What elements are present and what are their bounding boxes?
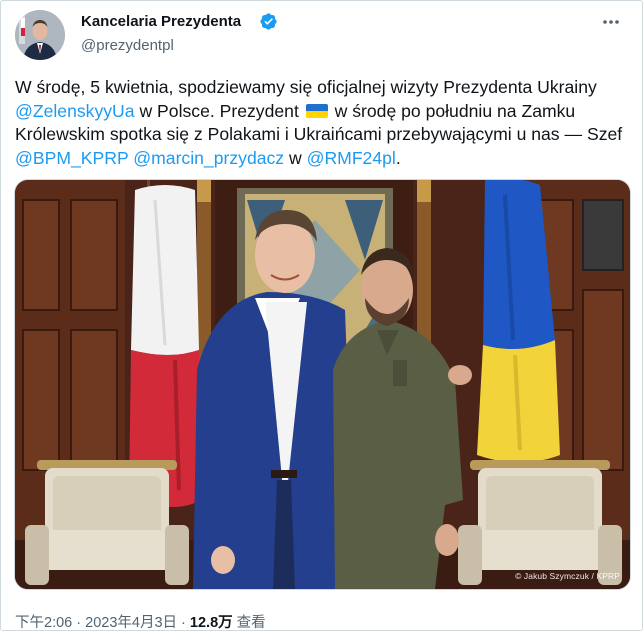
account-handle[interactable]: @prezydentpl bbox=[81, 37, 174, 54]
tweet-text-part: w Polsce. Prezydent bbox=[134, 100, 304, 121]
ukraine-flag-icon bbox=[305, 103, 328, 118]
display-name[interactable]: Kancelaria Prezydenta bbox=[81, 13, 241, 30]
views-count: 12.8万 bbox=[189, 615, 233, 631]
mention-link-bpm-kprp[interactable]: @BPM_KPRP bbox=[15, 148, 128, 168]
avatar[interactable] bbox=[15, 10, 65, 60]
tweet-time[interactable]: 下午2:06 bbox=[15, 615, 72, 631]
tweet-text: W środę, 5 kwietnia, spodziewamy się ofi… bbox=[15, 76, 629, 170]
tweet-meta: 下午2:06 · 2023年4月3日 · 12.8万 查看 bbox=[15, 611, 266, 632]
tweet-photo[interactable]: © Jakub Szymczuk / KPRP bbox=[14, 179, 631, 590]
tweet-date[interactable]: 2023年4月3日 bbox=[85, 615, 177, 631]
views-label: 查看 bbox=[232, 615, 266, 631]
more-icon[interactable] bbox=[597, 11, 625, 33]
meta-separator: · bbox=[177, 615, 190, 631]
photo-credit: © Jakub Szymczuk / KPRP bbox=[515, 571, 620, 581]
tweet-card: Kancelaria Prezydenta @prezydentpl W śro… bbox=[0, 0, 643, 631]
verified-icon bbox=[260, 13, 277, 30]
mention-link-marcin-przydacz[interactable]: @marcin_przydacz bbox=[133, 148, 284, 168]
mention-link-rmf24pl[interactable]: @RMF24pl bbox=[307, 148, 396, 168]
mention-link-zelenskyy[interactable]: @ZelenskyyUa bbox=[15, 101, 135, 121]
photo-illustration bbox=[15, 180, 630, 589]
tweet-text-part: W środę, 5 kwietnia, spodziewamy się ofi… bbox=[15, 77, 597, 97]
tweet-text-part: . bbox=[395, 147, 401, 168]
meta-separator: · bbox=[72, 615, 86, 631]
tweet-text-part: w bbox=[284, 147, 307, 168]
